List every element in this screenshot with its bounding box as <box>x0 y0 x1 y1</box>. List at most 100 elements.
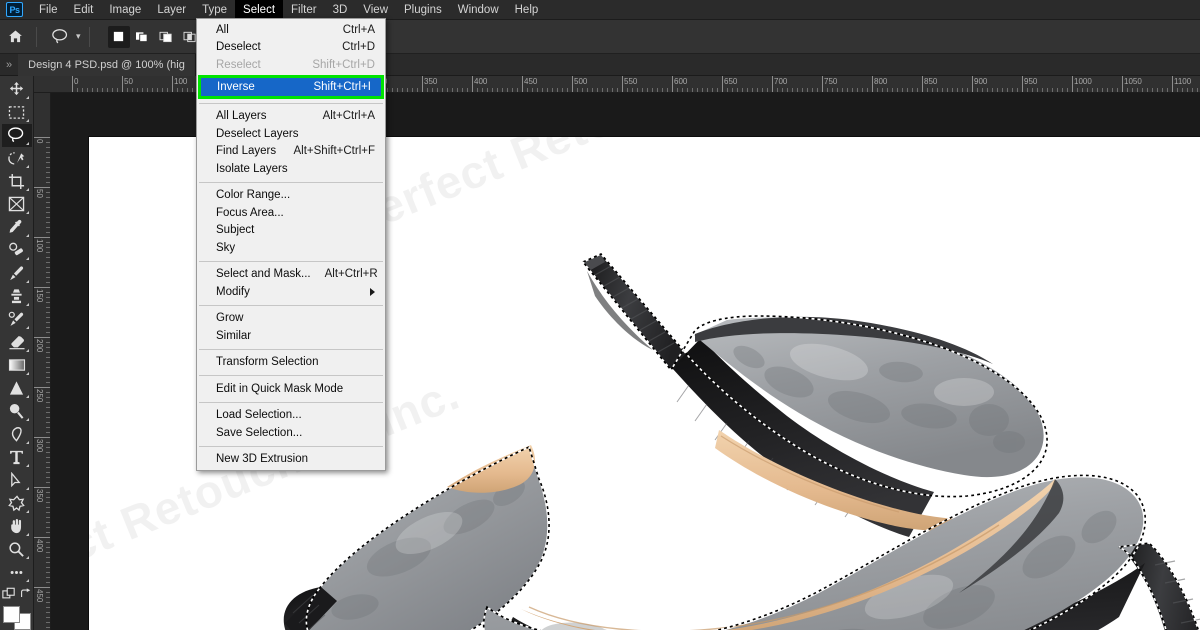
ruler-minor-tick <box>46 147 50 148</box>
ruler-minor-tick <box>46 302 50 303</box>
ruler-minor-tick <box>46 162 50 163</box>
menu-item-modify[interactable]: Modify <box>197 283 385 301</box>
ruler-minor-tick <box>92 88 93 92</box>
menu-image[interactable]: Image <box>101 0 149 20</box>
eyedropper-tool[interactable] <box>2 216 32 239</box>
menu-type[interactable]: Type <box>194 0 235 20</box>
menu-item-deselect-layers[interactable]: Deselect Layers <box>197 125 385 143</box>
ruler-minor-tick <box>162 88 163 92</box>
blur-tool[interactable] <box>2 377 32 400</box>
menu-item-edit-in-quick-mask-mode[interactable]: Edit in Quick Mask Mode <box>197 380 385 398</box>
menu-layer[interactable]: Layer <box>149 0 194 20</box>
lasso-tool[interactable] <box>2 124 32 147</box>
menu-edit[interactable]: Edit <box>66 0 102 20</box>
ruler-minor-tick <box>46 582 50 583</box>
zoom-tool[interactable] <box>2 538 32 561</box>
menu-item-label: Grow <box>216 312 243 324</box>
color-swatches[interactable] <box>3 606 31 630</box>
eraser-tool[interactable] <box>2 331 32 354</box>
clone-stamp-tool[interactable] <box>2 285 32 308</box>
ruler-tick <box>1072 76 1073 92</box>
menu-item-grow[interactable]: Grow <box>197 310 385 328</box>
custom-shape-tool[interactable] <box>2 492 32 515</box>
ruler-minor-tick <box>1042 88 1043 92</box>
ruler-minor-tick <box>46 177 50 178</box>
menu-window[interactable]: Window <box>450 0 507 20</box>
lasso-icon[interactable] <box>47 24 73 50</box>
add-to-selection-button[interactable] <box>132 26 154 48</box>
ruler-minor-tick <box>907 88 908 92</box>
dodge-tool[interactable] <box>2 400 32 423</box>
move-tool[interactable] <box>2 78 32 101</box>
menu-view[interactable]: View <box>355 0 396 20</box>
menu-item-new-3d-extrusion[interactable]: New 3D Extrusion <box>197 451 385 469</box>
quick-mask-and-swap-row <box>2 584 32 604</box>
history-brush-tool[interactable] <box>2 308 32 331</box>
ruler-minor-tick <box>46 252 50 253</box>
frame-tool[interactable] <box>2 193 32 216</box>
menu-item-find-layers[interactable]: Find LayersAlt+Shift+Ctrl+F <box>197 143 385 161</box>
menu-item-load-selection[interactable]: Load Selection... <box>197 407 385 425</box>
object-selection-tool[interactable] <box>2 147 32 170</box>
menu-item-save-selection[interactable]: Save Selection... <box>197 424 385 442</box>
subtract-from-selection-button[interactable] <box>156 26 178 48</box>
ruler-tick <box>1122 76 1123 92</box>
ruler-minor-tick <box>807 88 808 92</box>
path-selection-tool[interactable] <box>2 469 32 492</box>
ruler-minor-tick <box>407 88 408 92</box>
gradient-tool[interactable] <box>2 354 32 377</box>
menu-item-all-layers[interactable]: All LayersAlt+Ctrl+A <box>197 108 385 126</box>
ruler-tick <box>34 187 50 188</box>
ruler-label: 950 <box>1024 77 1037 86</box>
ruler-minor-tick <box>46 397 50 398</box>
hand-tool[interactable] <box>2 515 32 538</box>
ruler-tick <box>822 76 823 92</box>
spot-healing-brush-tool[interactable] <box>2 239 32 262</box>
select-menu-dropdown[interactable]: AllCtrl+ADeselectCtrl+DReselectShift+Ctr… <box>196 18 386 471</box>
menu-item-all[interactable]: AllCtrl+A <box>197 21 385 39</box>
menu-help[interactable]: Help <box>507 0 547 20</box>
ruler-minor-tick <box>992 88 993 92</box>
menu-item-select-and-mask[interactable]: Select and Mask...Alt+Ctrl+R <box>197 266 385 284</box>
menu-item-shortcut: Ctrl+A <box>343 24 375 36</box>
new-selection-button[interactable] <box>108 26 130 48</box>
menu-item-sky[interactable]: Sky <box>197 239 385 257</box>
crop-tool[interactable] <box>2 170 32 193</box>
document-tab[interactable]: Design 4 PSD.psd @ 100% (hig <box>18 54 196 76</box>
ruler-minor-tick <box>46 472 50 473</box>
menu-item-color-range[interactable]: Color Range... <box>197 187 385 205</box>
menu-file[interactable]: File <box>31 0 66 20</box>
menu-select[interactable]: Select <box>235 0 283 20</box>
chevron-down-icon[interactable]: ▾ <box>76 31 81 42</box>
menu-item-subject[interactable]: Subject <box>197 222 385 240</box>
menu-item-focus-area[interactable]: Focus Area... <box>197 204 385 222</box>
ruler-minor-tick <box>46 622 50 623</box>
menu-item-inverse[interactable]: InverseShift+Ctrl+I <box>201 78 381 96</box>
menu-item-transform-selection[interactable]: Transform Selection <box>197 354 385 372</box>
edit-toolbar-tool[interactable] <box>2 561 32 584</box>
menu-filter[interactable]: Filter <box>283 0 325 20</box>
pen-tool[interactable] <box>2 423 32 446</box>
menu-separator <box>199 305 383 306</box>
ruler-tick <box>34 137 50 138</box>
rectangular-marquee-tool[interactable] <box>2 101 32 124</box>
ruler-minor-tick <box>142 88 143 92</box>
brush-tool[interactable] <box>2 262 32 285</box>
ruler-label: 450 <box>35 589 44 602</box>
ruler-minor-tick <box>182 88 183 92</box>
ruler-tick <box>672 76 673 92</box>
menu-3d[interactable]: 3D <box>325 0 356 20</box>
menu-item-isolate-layers[interactable]: Isolate Layers <box>197 160 385 178</box>
expand-tabs-icon[interactable]: » <box>0 59 18 71</box>
ruler-minor-tick <box>46 552 50 553</box>
menu-item-deselect[interactable]: DeselectCtrl+D <box>197 39 385 57</box>
foreground-color-swatch[interactable] <box>3 606 20 623</box>
menu-item-label: Save Selection... <box>216 427 302 439</box>
menu-item-similar[interactable]: Similar <box>197 327 385 345</box>
home-icon[interactable] <box>2 24 28 50</box>
menu-separator <box>199 261 383 262</box>
ruler-minor-tick <box>1062 88 1063 92</box>
horizontal-type-tool[interactable] <box>2 446 32 469</box>
menu-plugins[interactable]: Plugins <box>396 0 450 20</box>
ruler-minor-tick <box>792 88 793 92</box>
